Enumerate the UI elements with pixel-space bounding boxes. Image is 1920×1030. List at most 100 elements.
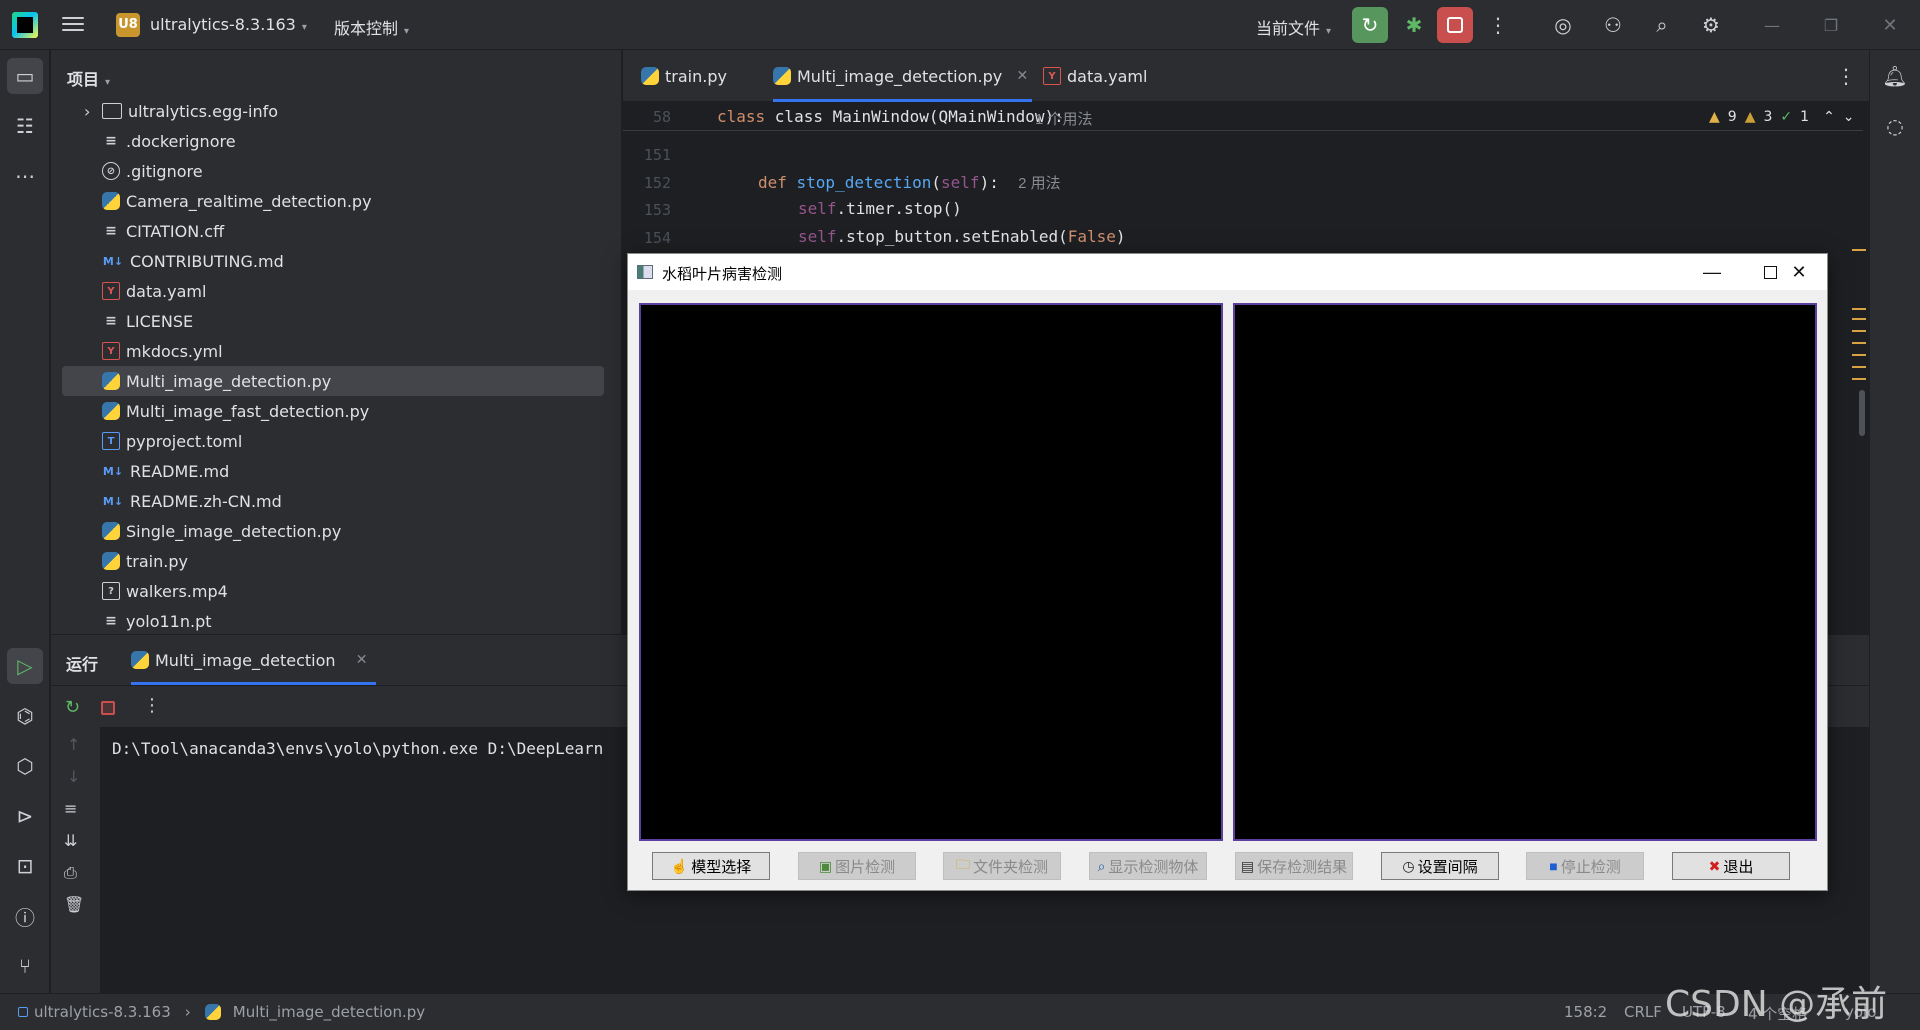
settings-button[interactable]: ⚙: [1693, 7, 1729, 43]
ellipsis-icon: ⋯: [15, 164, 35, 188]
qt-close-button[interactable]: ✕: [1770, 254, 1828, 290]
usage-hint[interactable]: 2 用法: [1018, 175, 1061, 192]
text-file-icon: ≡: [105, 223, 117, 239]
terminal-button[interactable]: ⊡: [7, 848, 43, 884]
tree-item-label: mkdocs.yml: [126, 341, 223, 361]
project-tool-button[interactable]: ▭: [7, 58, 43, 94]
usage-hint[interactable]: 1 个用法: [1035, 108, 1093, 129]
tree-item[interactable]: M↓ CONTRIBUTING.md: [62, 246, 604, 276]
ok-count: 1: [1800, 109, 1810, 125]
problems-button[interactable]: ⓘ: [7, 898, 43, 934]
kebab-icon[interactable]: ⋮: [143, 695, 161, 716]
soft-wrap-icon[interactable]: ≡: [64, 799, 77, 818]
chevron-up-icon[interactable]: ⌃: [1823, 109, 1835, 125]
qt-button-label: 图片检测: [835, 858, 896, 876]
project-badge[interactable]: U8: [116, 13, 140, 37]
stop-button[interactable]: [1437, 7, 1473, 43]
tab-data-yaml[interactable]: Y data.yaml: [1043, 50, 1147, 102]
qt-button-6[interactable]: ◷ 设置间隔: [1381, 852, 1499, 880]
code-line-152[interactable]: def stop_detection(self): 2 用法: [758, 172, 1061, 193]
breadcrumb-project[interactable]: ultralytics-8.3.163: [34, 1003, 171, 1021]
packages-icon: ⬡: [16, 754, 34, 778]
trash-icon[interactable]: 🗑︎: [64, 895, 84, 914]
tree-item[interactable]: Ydata.yaml: [62, 276, 604, 306]
rerun-icon[interactable]: ↻: [65, 697, 80, 718]
ai-chat-button[interactable]: ◌: [1877, 108, 1913, 144]
tree-item[interactable]: Multi_image_detection.py: [62, 366, 604, 396]
inspection-widget[interactable]: ▲ 9 ▲ 3 ✓ 1 ⌃ ⌄: [1709, 109, 1855, 125]
run-config-selector[interactable]: 当前文件 ▾: [1256, 15, 1331, 39]
arrow-up-icon[interactable]: ↑: [67, 735, 80, 754]
tree-item[interactable]: Single_image_detection.py: [62, 516, 604, 546]
tree-item[interactable]: train.py: [62, 546, 604, 576]
minimize-window-button[interactable]: —: [1754, 7, 1790, 43]
close-window-button[interactable]: ✕: [1872, 7, 1908, 43]
debug-button[interactable]: ✱: [1396, 7, 1432, 43]
breadcrumb-file[interactable]: Multi_image_detection.py: [233, 1003, 425, 1021]
close-tab-icon[interactable]: ✕: [1016, 68, 1028, 84]
tree-item[interactable]: › ultralytics.egg-info: [62, 96, 604, 126]
tab-train-py[interactable]: train.py: [641, 50, 727, 102]
tab-multi-image-detection[interactable]: Multi_image_detection.py ✕: [773, 50, 1033, 102]
git-button[interactable]: ⑂: [7, 948, 43, 984]
pycharm-logo-icon: [12, 12, 38, 38]
restore-window-button[interactable]: ❐: [1813, 7, 1849, 43]
line-separator[interactable]: CRLF: [1624, 1003, 1662, 1021]
text-file-icon: ≡: [105, 613, 117, 629]
tree-item[interactable]: M↓ README.md: [62, 456, 604, 486]
tab-label: data.yaml: [1067, 66, 1148, 86]
close-tab-icon[interactable]: ✕: [356, 652, 368, 668]
code-line-154[interactable]: self.stop_button.setEnabled(False): [798, 227, 1126, 246]
tree-item[interactable]: ≡ CITATION.cff: [62, 216, 604, 246]
python-packages-button[interactable]: ⬡: [7, 748, 43, 784]
qt-minimize-button[interactable]: —: [1683, 254, 1741, 290]
more-actions-button[interactable]: ⋮: [1480, 7, 1516, 43]
search-everywhere-button[interactable]: ⌕: [1644, 7, 1680, 43]
python-console-button[interactable]: ⌬: [7, 698, 43, 734]
qt-title-bar[interactable]: 水稻叶片病害检测 — ✕: [628, 254, 1827, 290]
code-line-153[interactable]: self.timer.stop(): [798, 199, 962, 218]
run-tool-button[interactable]: ▷: [7, 648, 43, 684]
arrow-down-icon[interactable]: ↓: [67, 767, 80, 786]
code-with-me-button[interactable]: ⚇: [1595, 7, 1631, 43]
stop-icon[interactable]: [101, 701, 115, 715]
more-tools-button[interactable]: ⋯: [7, 158, 43, 194]
rerun-button[interactable]: ↻: [1352, 7, 1388, 43]
python-file-icon: [102, 192, 120, 210]
qt-button-2: ▣ 图片检测: [798, 852, 916, 880]
tree-item[interactable]: ≡ yolo11n.pt: [62, 606, 604, 634]
project-switcher[interactable]: ultralytics-8.3.163 ▾: [150, 15, 307, 34]
tree-item[interactable]: ? walkers.mp4: [62, 576, 604, 606]
python-file-icon: [641, 67, 659, 85]
qt-button-1[interactable]: ☝ 模型选择: [652, 852, 770, 880]
editor-scrollbar[interactable]: [1859, 390, 1865, 436]
notifications-button[interactable]: 🔔︎: [1877, 58, 1913, 94]
structure-icon: ☷: [16, 114, 34, 138]
services-button[interactable]: ⊳: [7, 798, 43, 834]
chevron-down-icon[interactable]: ⌄: [1843, 109, 1855, 125]
structure-tool-button[interactable]: ☷: [7, 108, 43, 144]
tree-item[interactable]: Ymkdocs.yml: [62, 336, 604, 366]
tree-item[interactable]: M↓ README.zh-CN.md: [62, 486, 604, 516]
vcs-menu[interactable]: 版本控制 ▾: [334, 15, 409, 39]
folder-icon: [102, 103, 122, 119]
chevron-right-icon[interactable]: ›: [84, 102, 90, 121]
caret-position[interactable]: 158:2: [1564, 1003, 1607, 1021]
tree-item[interactable]: ≡ .dockerignore: [62, 126, 604, 156]
ai-assistant-button[interactable]: ◎: [1545, 7, 1581, 43]
app-window-icon: [637, 265, 653, 279]
run-tab[interactable]: Multi_image_detection ✕: [131, 635, 376, 685]
tree-item[interactable]: Multi_image_fast_detection.py: [62, 396, 604, 426]
tree-item[interactable]: Tpyproject.toml: [62, 426, 604, 456]
print-icon[interactable]: ⎙: [64, 863, 77, 883]
sticky-scroll-header[interactable]: 58 class class MainWindow(QMainWindow): …: [623, 103, 1863, 131]
restore-icon: ❐: [1823, 15, 1839, 35]
main-menu-icon[interactable]: [62, 14, 84, 36]
tree-item[interactable]: ⊘ .gitignore: [62, 156, 604, 186]
qt-button-8[interactable]: ✖ 退出: [1672, 852, 1790, 880]
scroll-to-end-icon[interactable]: ⇊: [64, 831, 77, 850]
tab-options-icon[interactable]: ⋮: [1836, 64, 1856, 88]
tree-item[interactable]: Camera_realtime_detection.py: [62, 186, 604, 216]
chevron-down-icon: ▾: [1326, 26, 1332, 37]
tree-item[interactable]: ≡ LICENSE: [62, 306, 604, 336]
